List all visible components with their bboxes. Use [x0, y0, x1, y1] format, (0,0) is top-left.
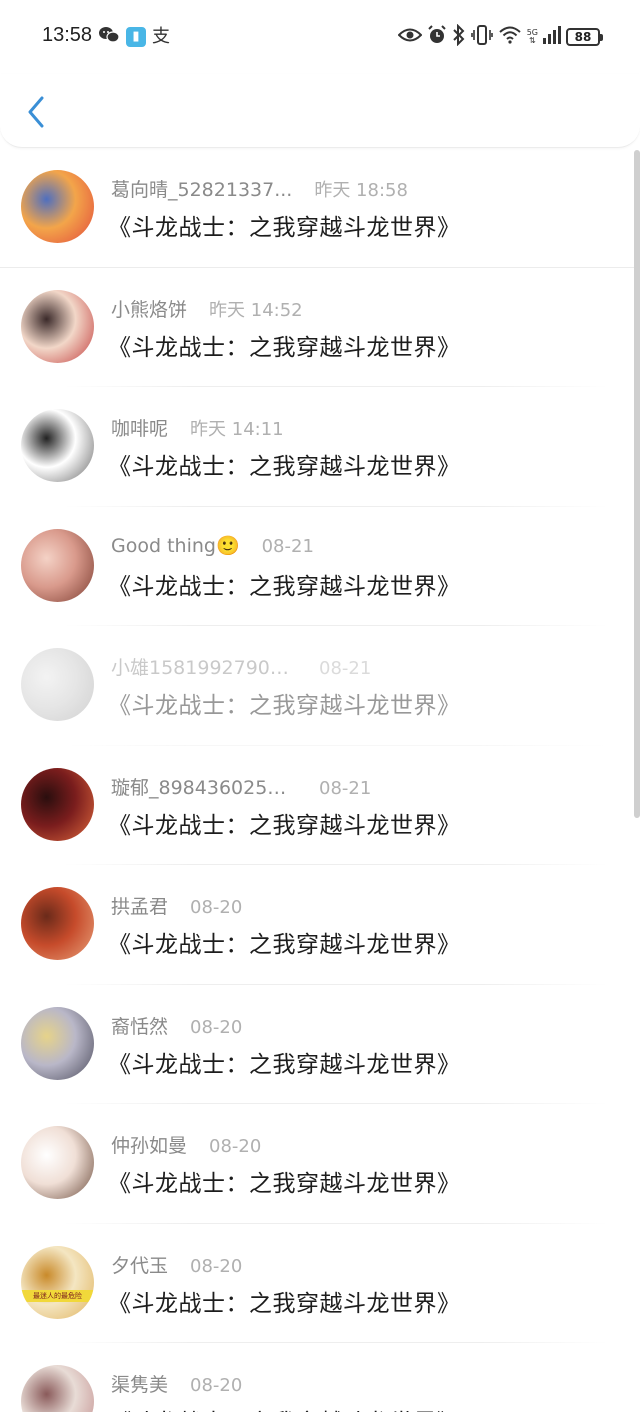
comment-meta: Good thing🙂 08-21 — [111, 534, 314, 562]
comment-text: 《斗龙战士：之我穿越斗龙世界》 — [108, 693, 461, 719]
app-bar — [0, 74, 640, 148]
list-item[interactable]: 裔恬然 08-20 《斗龙战士：之我穿越斗龙世界》 — [0, 985, 640, 1104]
avatar[interactable] — [21, 289, 94, 363]
eye-icon — [397, 26, 423, 48]
comment-list: 葛向晴_52821337... 昨天 18:58 《斗龙战士：之我穿越斗龙世界》… — [0, 148, 640, 1412]
user-name[interactable]: Good thing🙂 — [111, 534, 240, 557]
list-item[interactable]: 小雄15819927905... 08-21 《斗龙战士：之我穿越斗龙世界》 — [0, 626, 640, 746]
user-name[interactable]: 小雄15819927905... — [111, 653, 297, 680]
comment-meta: 夕代玉 08-20 — [111, 1251, 242, 1279]
user-name[interactable]: 仲孙如曼 — [111, 1131, 187, 1158]
avatar[interactable] — [21, 1126, 94, 1199]
status-bar: 13:58 ▮ 支 5G ⇅ 88 — [0, 0, 640, 74]
comment-text: 《斗龙战士：之我穿越斗龙世界》 — [108, 1051, 461, 1078]
back-button[interactable] — [18, 92, 54, 132]
list-item[interactable]: 咖啡呢 昨天 14:11 《斗龙战士：之我穿越斗龙世界》 — [0, 387, 640, 507]
list-item[interactable]: 仲孙如曼 08-20 《斗龙战士：之我穿越斗龙世界》 — [0, 1104, 640, 1224]
avatar[interactable] — [21, 528, 94, 602]
user-name[interactable]: 璇郁_8984360258... — [111, 773, 297, 800]
comment-time: 08-21 — [261, 535, 314, 557]
wifi-icon — [498, 25, 522, 49]
book-app-icon: ▮ — [126, 27, 146, 47]
comment-text: 《斗龙战士：之我穿越斗龙世界》 — [108, 1290, 461, 1317]
comment-time: 08-20 — [209, 1136, 262, 1157]
status-time: 13:58 — [42, 24, 93, 46]
bluetooth-icon — [452, 23, 466, 50]
status-system-icons: 5G ⇅ 88 — [397, 23, 603, 50]
avatar[interactable] — [21, 409, 94, 482]
user-name[interactable]: 小熊烙饼 — [111, 295, 187, 322]
alipay-icon: 支 — [152, 26, 170, 47]
comment-time: 08-21 — [319, 777, 372, 799]
comment-meta: 渠隽美 08-20 — [111, 1370, 242, 1398]
user-name[interactable]: 夕代玉 — [111, 1251, 168, 1278]
user-name[interactable]: 渠隽美 — [111, 1370, 168, 1397]
wechat-icon — [98, 25, 120, 49]
list-item[interactable]: 璇郁_8984360258... 08-21 《斗龙战士：之我穿越斗龙世界》 — [0, 746, 640, 865]
list-item[interactable]: Good thing🙂 08-21 《斗龙战士：之我穿越斗龙世界》 — [0, 507, 640, 626]
comment-time: 昨天 14:11 — [190, 419, 284, 440]
comment-time: 08-20 — [190, 1375, 243, 1396]
list-item[interactable]: 小熊烙饼 昨天 14:52 《斗龙战士：之我穿越斗龙世界》 — [0, 268, 640, 387]
battery-indicator: 88 — [566, 28, 603, 46]
scrollbar[interactable] — [634, 150, 640, 818]
comment-text: 《斗龙战士：之我穿越斗龙世界》 — [108, 1171, 461, 1197]
comment-time: 昨天 14:52 — [209, 299, 303, 321]
comment-time: 昨天 18:58 — [314, 180, 408, 201]
avatar[interactable] — [21, 1365, 94, 1412]
comment-text: 《斗龙战士：之我穿越斗龙世界》 — [108, 1403, 461, 1412]
user-name[interactable]: 葛向晴_52821337... — [111, 175, 292, 202]
list-item[interactable]: 最迷人的最危险 夕代玉 08-20 《斗龙战士：之我穿越斗龙世界》 — [0, 1224, 640, 1343]
comment-meta: 璇郁_8984360258... 08-21 — [111, 773, 371, 801]
chevron-left-icon — [18, 96, 54, 136]
comment-meta: 仲孙如曼 08-20 — [111, 1131, 261, 1159]
avatar[interactable] — [21, 648, 94, 721]
comment-meta: 咖啡呢 昨天 14:11 — [111, 414, 284, 442]
avatar[interactable] — [21, 170, 94, 243]
user-name[interactable]: 裔恬然 — [111, 1012, 168, 1039]
comment-text: 《斗龙战士：之我穿越斗龙世界》 — [108, 215, 461, 241]
comment-meta: 裔恬然 08-20 — [111, 1012, 242, 1040]
comment-time: 08-20 — [190, 1016, 243, 1038]
comment-text: 《斗龙战士：之我穿越斗龙世界》 — [108, 454, 461, 480]
comment-meta: 拱孟君 08-20 — [111, 892, 242, 920]
comment-time: 08-20 — [190, 897, 243, 918]
avatar[interactable] — [21, 1006, 94, 1080]
list-item[interactable]: 葛向晴_52821337... 昨天 18:58 《斗龙战士：之我穿越斗龙世界》 — [0, 148, 640, 268]
signal-icon — [543, 26, 561, 48]
list-item[interactable]: 拱孟君 08-20 《斗龙战士：之我穿越斗龙世界》 — [0, 865, 640, 985]
comment-text: 《斗龙战士：之我穿越斗龙世界》 — [108, 573, 461, 600]
avatar[interactable] — [21, 887, 94, 960]
user-name[interactable]: 咖啡呢 — [111, 414, 168, 441]
network-type: 5G ⇅ — [526, 28, 538, 45]
avatar[interactable] — [21, 767, 94, 841]
comment-text: 《斗龙战士：之我穿越斗龙世界》 — [108, 932, 461, 958]
avatar[interactable]: 最迷人的最危险 — [21, 1245, 94, 1319]
comment-text: 《斗龙战士：之我穿越斗龙世界》 — [108, 334, 461, 361]
comment-time: 08-20 — [190, 1255, 243, 1277]
comment-time: 08-21 — [319, 658, 372, 679]
alarm-icon — [427, 25, 447, 49]
comment-meta: 小雄15819927905... 08-21 — [111, 653, 371, 681]
status-notification-icons: ▮ 支 — [98, 25, 170, 49]
list-item[interactable]: 渠隽美 08-20 《斗龙战士：之我穿越斗龙世界》 — [0, 1343, 640, 1412]
comment-meta: 小熊烙饼 昨天 14:52 — [111, 295, 303, 323]
comment-meta: 葛向晴_52821337... 昨天 18:58 — [111, 175, 408, 203]
vibrate-icon — [470, 24, 493, 50]
avatar-caption: 最迷人的最危险 — [21, 1289, 94, 1302]
user-name[interactable]: 拱孟君 — [111, 892, 168, 919]
comment-text: 《斗龙战士：之我穿越斗龙世界》 — [108, 812, 461, 839]
